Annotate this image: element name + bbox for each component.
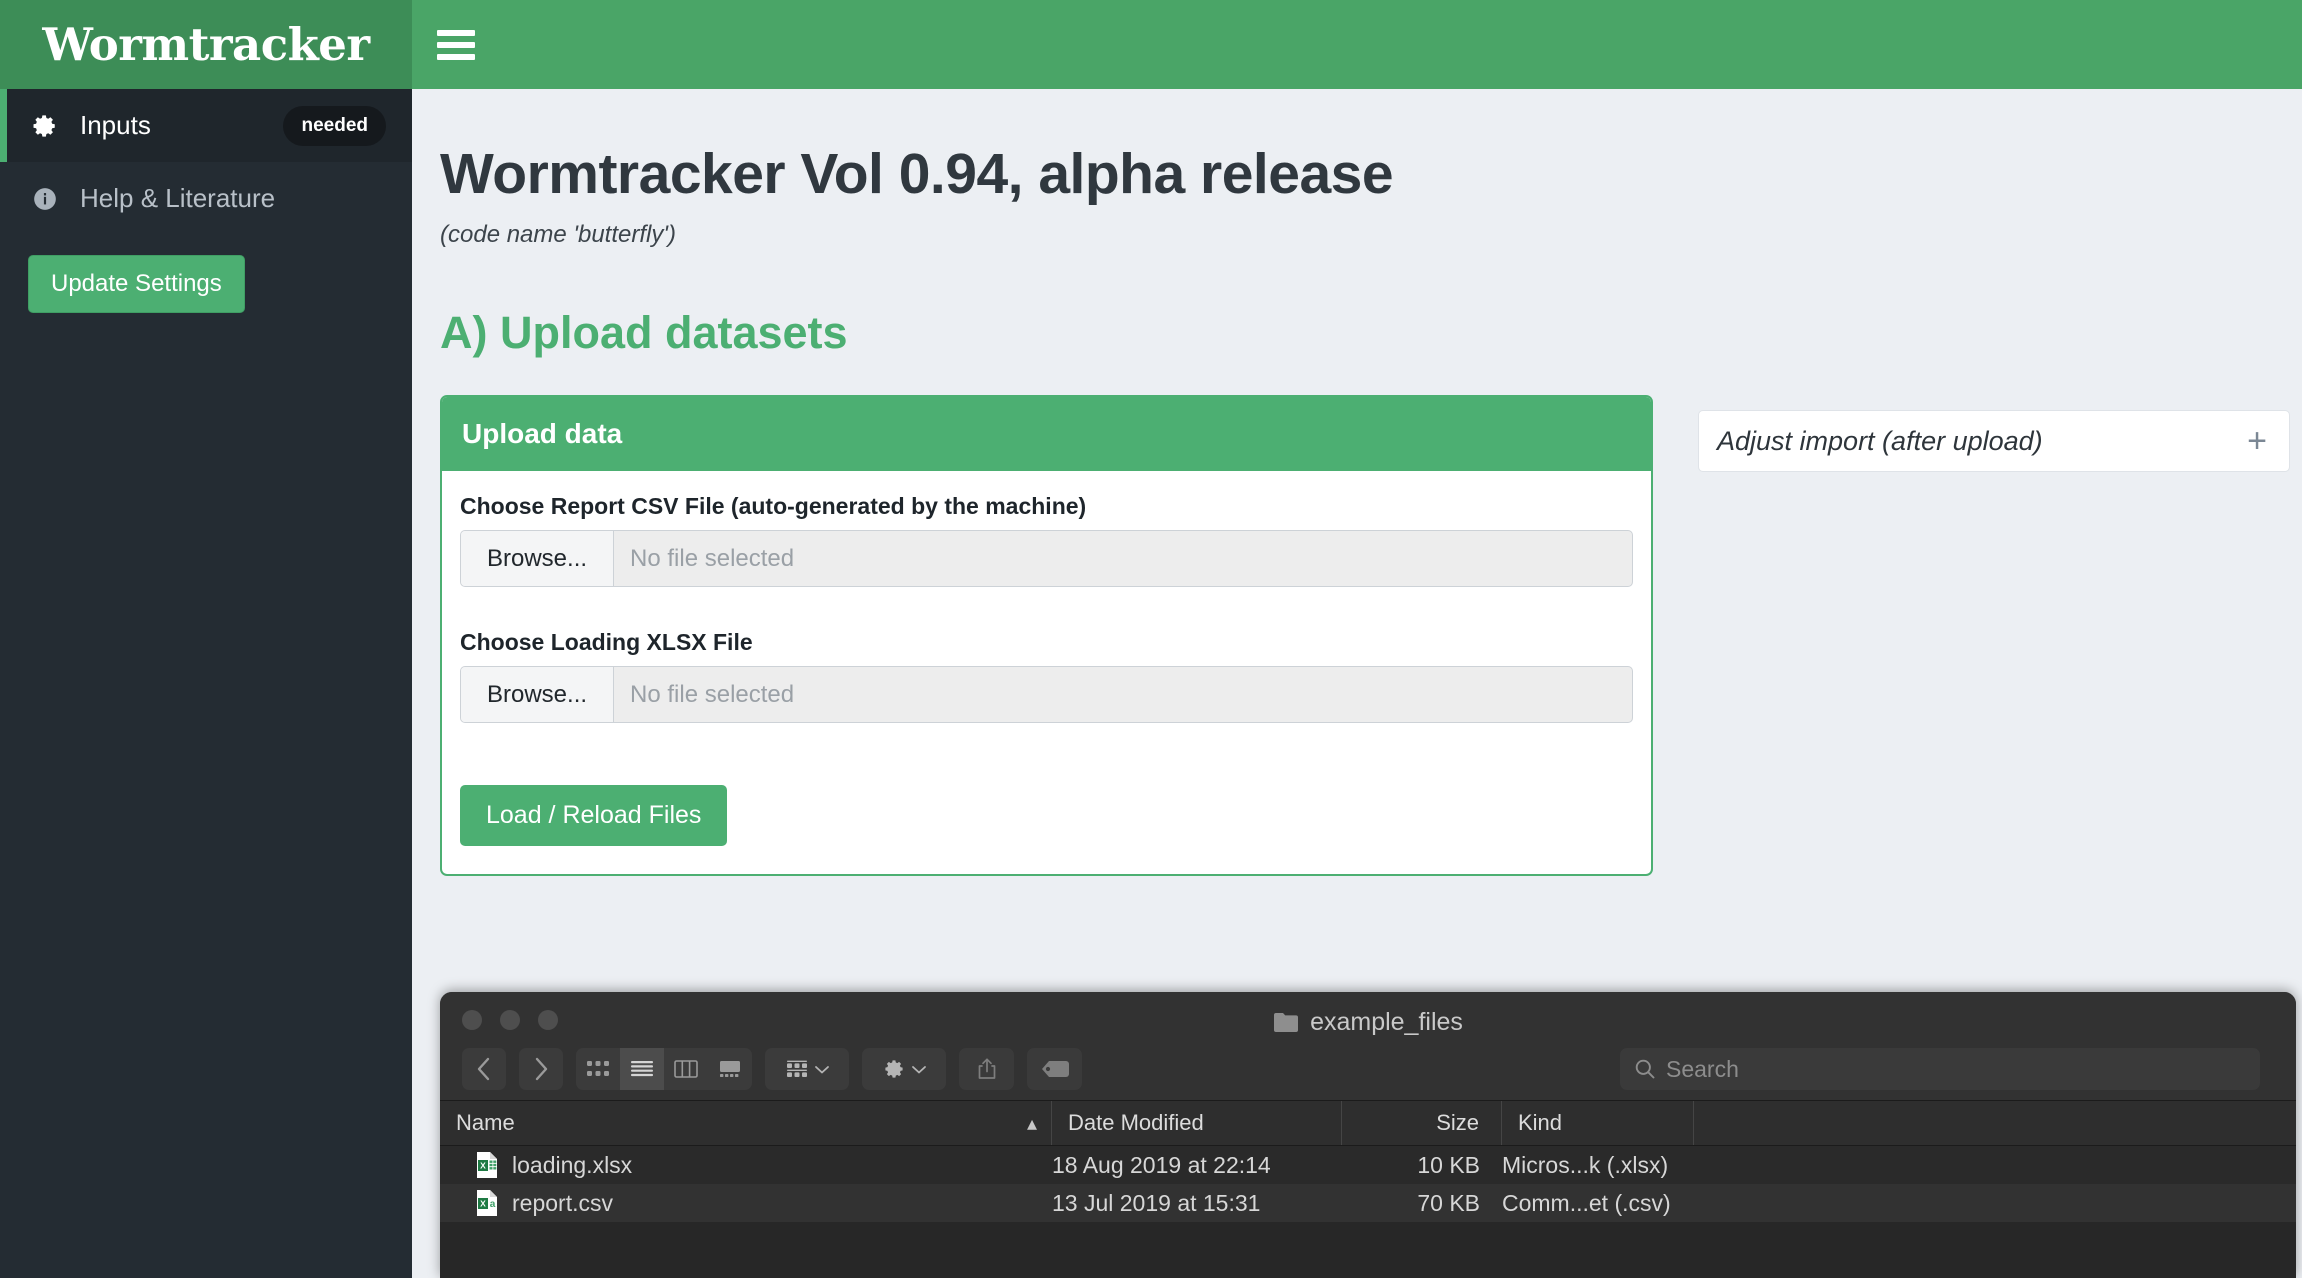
column-view-icon[interactable] [664,1048,708,1090]
sidebar-item-label-help: Help & Literature [80,183,276,213]
status-badge-needed: needed [283,105,386,146]
xlsx-file-icon: X [476,1151,498,1179]
upload-card-body: Choose Report CSV File (auto-generated b… [442,471,1651,874]
xlsx-field-label: Choose Loading XLSX File [460,629,753,655]
group-by-button[interactable] [765,1048,849,1090]
column-header-spacer [1694,1101,2296,1145]
hamburger-bar [437,53,475,60]
brand-name: Wormtracker [42,18,370,71]
file-date-cell: 18 Aug 2019 at 22:14 [1052,1151,1271,1178]
folder-icon [1273,1012,1299,1033]
column-header-size[interactable]: Size [1342,1101,1502,1145]
file-name-text: report.csv [512,1189,613,1216]
csv-file-icon: X a [476,1189,498,1217]
forward-arrow-icon[interactable] [519,1048,563,1090]
finder-window-title: example_files [440,1008,2296,1037]
icon-view-icon[interactable] [576,1048,620,1090]
sidebar-item-inputs[interactable]: Inputs needed [0,89,412,162]
info-icon [28,186,62,212]
gallery-view-icon[interactable] [708,1048,752,1090]
gear-icon [28,113,62,139]
action-gear-button[interactable] [862,1048,946,1090]
file-kind-cell: Comm...et (.csv) [1502,1189,1671,1216]
search-placeholder: Search [1666,1055,1739,1082]
svg-text:X: X [480,1199,486,1209]
column-header-name[interactable]: Name [440,1101,1052,1145]
hamburger-bar [437,29,475,36]
search-icon [1635,1059,1655,1079]
share-icon[interactable] [959,1048,1014,1090]
adjust-import-wrap: Adjust import (after upload) + [1698,395,2302,876]
upload-data-card: Upload data Choose Report CSV File (auto… [440,395,1653,876]
svg-text:X: X [480,1161,486,1171]
adjust-import-accordion[interactable]: Adjust import (after upload) + [1698,410,2290,472]
xlsx-browse-button[interactable]: Browse... [461,667,615,722]
table-row[interactable]: X loading.xlsx 18 Aug 2019 at 22:14 10 K… [440,1146,2296,1184]
file-size-cell: 10 KB [1417,1151,1480,1178]
svg-text:a: a [490,1199,496,1210]
upload-row: Upload data Choose Report CSV File (auto… [440,395,2302,876]
xlsx-file-input[interactable]: Browse... No file selected [460,666,1633,723]
search-input[interactable]: Search [1620,1048,2260,1090]
column-header-kind[interactable]: Kind [1502,1101,1694,1145]
column-header-date-modified[interactable]: Date Modified [1052,1101,1342,1145]
plus-icon[interactable]: + [2247,424,2267,458]
page-title: Wormtracker Vol 0.94, alpha release [440,142,1394,206]
finder-titlebar: example_files Search [440,992,2296,1100]
upload-card-header: Upload data [442,397,1651,471]
page-subtitle: (code name 'butterfly') [440,221,676,248]
adjust-import-label: Adjust import (after upload) [1717,425,2043,456]
file-kind-cell: Micros...k (.xlsx) [1502,1151,1669,1178]
xlsx-file-name: No file selected [630,680,795,708]
update-settings-button[interactable]: Update Settings [28,255,245,313]
file-date-cell: 13 Jul 2019 at 15:31 [1052,1189,1261,1216]
table-row[interactable]: X a report.csv 13 Jul 2019 at 15:31 70 K… [440,1184,2296,1222]
top-header-bar [412,0,2302,89]
file-list-empty-area [440,1222,2296,1278]
sidebar-item-label-inputs: Inputs [80,110,151,140]
back-arrow-icon[interactable] [462,1048,506,1090]
file-name-text: loading.xlsx [512,1151,633,1178]
app-root: Wormtracker Inputs needed Help & Literat… [0,0,2302,1278]
load-reload-files-button[interactable]: Load / Reload Files [460,785,728,846]
csv-browse-button[interactable]: Browse... [461,531,615,586]
sidebar-item-help-literature[interactable]: Help & Literature [0,162,412,235]
tag-icon[interactable] [1027,1048,1082,1090]
sidebar: Wormtracker Inputs needed Help & Literat… [0,0,412,1278]
finder-title-text: example_files [1310,1008,1463,1036]
file-size-cell: 70 KB [1417,1189,1480,1216]
hamburger-icon[interactable] [437,29,475,60]
section-heading-upload-datasets: A) Upload datasets [440,307,848,358]
csv-file-name: No file selected [630,544,795,572]
file-name-cell: X loading.xlsx [440,1151,1052,1179]
finder-toolbar [462,1048,1082,1090]
list-view-icon[interactable] [620,1048,664,1090]
hamburger-bar [437,41,475,48]
finder-window: example_files Search Name ▴ Date Modifie… [440,992,2296,1278]
brand-logo[interactable]: Wormtracker [0,0,412,89]
file-list-header: Name Date Modified Size Kind [440,1100,2296,1146]
file-name-cell: X a report.csv [440,1189,1052,1217]
view-mode-segmented-control [576,1048,752,1090]
csv-file-input[interactable]: Browse... No file selected [460,530,1633,587]
csv-field-label: Choose Report CSV File (auto-generated b… [460,493,1087,519]
